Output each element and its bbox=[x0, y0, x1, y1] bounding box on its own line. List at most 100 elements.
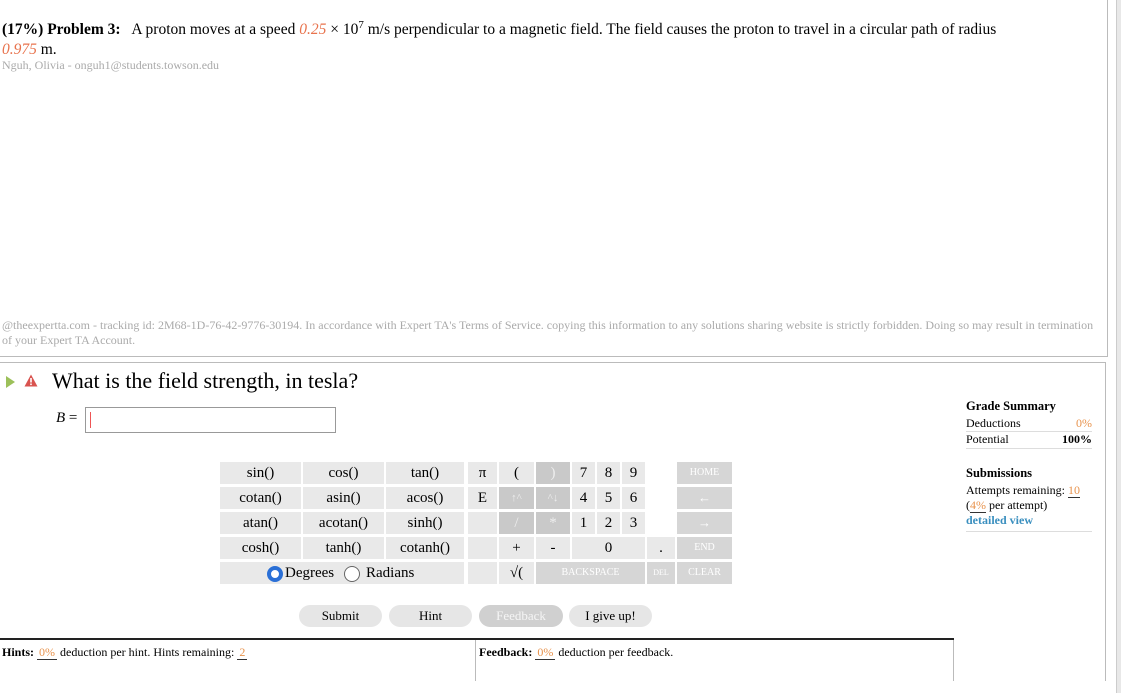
student-info: Nguh, Olivia - onguh1@students.towson.ed… bbox=[2, 58, 220, 72]
hints-text: deduction per hint. Hints remaining: bbox=[57, 645, 238, 659]
separator bbox=[966, 448, 1092, 449]
problem-text-1: A proton moves at a speed bbox=[131, 21, 300, 39]
key-sqrt[interactable]: √( bbox=[499, 562, 534, 584]
key-sin[interactable]: sin() bbox=[220, 462, 301, 484]
key-tanh[interactable]: tanh() bbox=[303, 537, 384, 559]
feedback-percent: 0% bbox=[535, 645, 556, 660]
divider bbox=[0, 638, 954, 640]
attempts-value: 10 bbox=[1067, 483, 1080, 498]
key-plus[interactable]: + bbox=[499, 537, 534, 559]
key-blank-2 bbox=[468, 537, 497, 559]
key-acos[interactable]: acos() bbox=[386, 487, 464, 509]
key-asin[interactable]: asin() bbox=[303, 487, 384, 509]
answer-var: B bbox=[56, 410, 66, 426]
problem-weight: (17%) bbox=[2, 21, 44, 39]
scrollbar[interactable] bbox=[1116, 0, 1121, 693]
key-sinh[interactable]: sinh() bbox=[386, 512, 464, 534]
attempts-label: Attempts remaining: bbox=[966, 483, 1068, 497]
key-down[interactable]: ^↓ bbox=[536, 487, 570, 509]
answer-eq: = bbox=[65, 410, 78, 426]
key-cosh[interactable]: cosh() bbox=[220, 537, 301, 559]
key-acotan[interactable]: acotan() bbox=[303, 512, 384, 534]
problem-text-3: m. bbox=[36, 41, 57, 59]
problem-statement: (17%) Problem 3: A proton moves at a spe… bbox=[2, 15, 1102, 60]
key-cotan[interactable]: cotan() bbox=[220, 487, 301, 509]
key-5[interactable]: 5 bbox=[597, 487, 620, 509]
grade-summary-title: Grade Summary bbox=[966, 399, 1056, 413]
potential-label: Potential bbox=[966, 432, 1009, 446]
key-cotanh[interactable]: cotanh() bbox=[386, 537, 464, 559]
key-8[interactable]: 8 bbox=[597, 462, 620, 484]
per-attempt-percent: 4% bbox=[970, 498, 986, 513]
degrees-radio[interactable] bbox=[267, 566, 283, 582]
problem-text-2: m/s perpendicular to a magnetic field. T… bbox=[363, 21, 997, 39]
key-e[interactable]: E bbox=[468, 487, 497, 509]
key-blank-3 bbox=[468, 562, 497, 584]
hint-button[interactable]: Hint bbox=[389, 605, 472, 627]
key-end[interactable]: END bbox=[677, 537, 732, 559]
key-blank-1 bbox=[468, 512, 497, 534]
radians-radio[interactable] bbox=[344, 566, 360, 582]
radius-value: 0.975 bbox=[2, 41, 37, 59]
key-pi[interactable]: π bbox=[468, 462, 497, 484]
deductions-value: 0% bbox=[1076, 416, 1092, 430]
key-6[interactable]: 6 bbox=[622, 487, 645, 509]
key-clear[interactable]: CLEAR bbox=[677, 562, 732, 584]
speed-value: 0.25 bbox=[299, 21, 327, 39]
feedback-info: Feedback: 0% deduction per feedback. bbox=[479, 645, 673, 660]
deductions-label: Deductions bbox=[966, 416, 1021, 430]
divider-vertical bbox=[475, 640, 476, 681]
hints-info: Hints: 0% deduction per hint. Hints rema… bbox=[2, 645, 248, 660]
divider-vertical-right bbox=[953, 640, 954, 681]
answer-input[interactable] bbox=[85, 407, 336, 433]
key-0[interactable]: 0 bbox=[572, 537, 645, 559]
angle-mode-row bbox=[220, 562, 464, 584]
degrees-label: Degrees bbox=[285, 565, 335, 581]
hints-percent: 0% bbox=[37, 645, 58, 660]
submissions-info: Attempts remaining: 10 (4% per attempt) … bbox=[966, 483, 1096, 528]
key-cos[interactable]: cos() bbox=[303, 462, 384, 484]
key-minus[interactable]: - bbox=[536, 537, 570, 559]
key-rparen[interactable]: ) bbox=[536, 462, 570, 484]
problem-label: Problem 3: bbox=[47, 21, 121, 39]
answer-label: B = bbox=[56, 410, 77, 427]
key-del[interactable]: DEL bbox=[647, 562, 675, 584]
question-text: What is the field strength, in tesla? bbox=[52, 368, 359, 393]
key-slash[interactable]: / bbox=[499, 512, 534, 534]
key-up[interactable]: ↑^ bbox=[499, 487, 534, 509]
key-tan[interactable]: tan() bbox=[386, 462, 464, 484]
key-star[interactable]: * bbox=[536, 512, 570, 534]
hints-label: Hints: bbox=[2, 645, 35, 659]
feedback-text: deduction per feedback. bbox=[555, 645, 674, 659]
key-1[interactable]: 1 bbox=[572, 512, 595, 534]
key-9[interactable]: 9 bbox=[622, 462, 645, 484]
key-2[interactable]: 2 bbox=[597, 512, 620, 534]
separator bbox=[966, 531, 1092, 532]
key-lparen[interactable]: ( bbox=[499, 462, 534, 484]
key-3[interactable]: 3 bbox=[622, 512, 645, 534]
potential-row: Potential 100% bbox=[966, 432, 1092, 447]
submissions-title: Submissions bbox=[966, 466, 1033, 480]
key-7[interactable]: 7 bbox=[572, 462, 595, 484]
key-atan[interactable]: atan() bbox=[220, 512, 301, 534]
text-caret bbox=[90, 412, 91, 428]
potential-value: 100% bbox=[1062, 432, 1092, 446]
times-ten: × 10 bbox=[326, 21, 359, 39]
hints-remaining: 2 bbox=[237, 645, 248, 660]
tracking-notice: @theexpertta.com - tracking id: 2M68-1D-… bbox=[2, 318, 1094, 347]
per-attempt-text: per attempt) bbox=[986, 498, 1048, 512]
key-left[interactable]: ← bbox=[677, 487, 732, 509]
submit-button[interactable]: Submit bbox=[299, 605, 382, 627]
key-4[interactable]: 4 bbox=[572, 487, 595, 509]
detailed-view-link[interactable]: detailed view bbox=[966, 513, 1033, 527]
feedback-label: Feedback: bbox=[479, 645, 533, 659]
key-home[interactable]: HOME bbox=[677, 462, 732, 484]
key-dot[interactable]: . bbox=[647, 537, 675, 559]
key-backspace[interactable]: BACKSPACE bbox=[536, 562, 645, 584]
give-up-button[interactable]: I give up! bbox=[569, 605, 652, 627]
feedback-button[interactable]: Feedback bbox=[479, 605, 563, 627]
key-right[interactable]: → bbox=[677, 512, 732, 534]
deductions-row: Deductions 0% bbox=[966, 416, 1092, 431]
radians-label: Radians bbox=[366, 565, 415, 581]
play-icon[interactable] bbox=[6, 376, 15, 388]
